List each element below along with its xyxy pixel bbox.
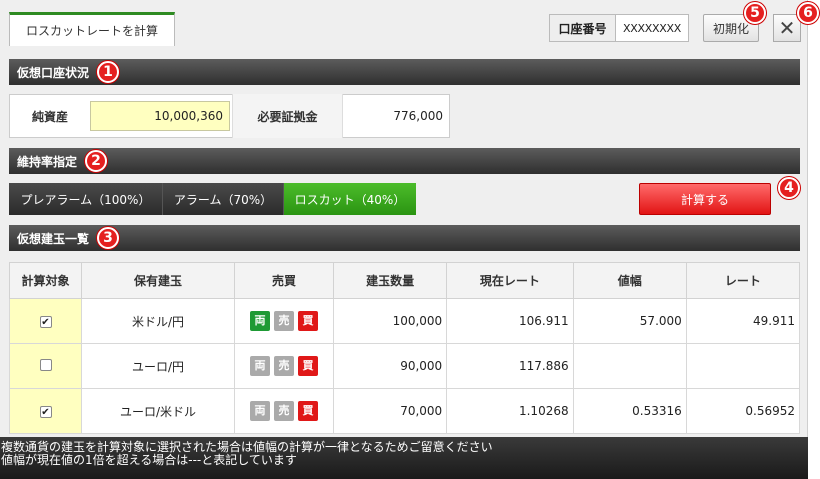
section-title: 仮想口座状況	[17, 65, 90, 80]
column-header: 計算対象	[9, 262, 82, 299]
calc-target-checkbox[interactable]: ✔	[39, 406, 52, 418]
account-number-box: 口座番号 XXXXXXXX	[549, 14, 689, 42]
current-rate: 117.886	[446, 343, 574, 389]
calculate-button[interactable]: 計算する	[639, 183, 771, 215]
buy-button[interactable]: 買	[298, 401, 318, 421]
net-assets-input[interactable]: 10,000,360	[90, 101, 230, 131]
price-range	[572, 343, 687, 389]
calc-target-checkbox[interactable]	[39, 358, 52, 371]
sell-button[interactable]: 売	[274, 356, 294, 376]
account-number-label: 口座番号	[550, 15, 616, 41]
calc-target-checkbox[interactable]: ✔	[39, 316, 52, 328]
option-alarm[interactable]: アラーム（70%）	[163, 183, 284, 215]
section-header-maintenance-rate: 維持率指定 2	[9, 148, 800, 174]
callout-badge-6: 6	[797, 2, 819, 24]
current-rate: 106.911	[446, 298, 574, 344]
currency-pair: ユーロ/米ドル	[81, 388, 235, 434]
section-header-positions: 仮想建玉一覧 3	[9, 225, 800, 251]
position-quantity: 90,000	[332, 343, 448, 389]
position-quantity: 70,000	[332, 388, 448, 434]
both-sides-button[interactable]: 両	[250, 311, 270, 331]
positions-table: 計算対象 保有建玉 売買 建玉数量 現在レート 値幅 レート ✔ 米ドル/円 両…	[9, 262, 801, 434]
callout-badge-2: 2	[85, 150, 108, 172]
tab-loss-cut-rate[interactable]: ロスカットレートを計算	[9, 12, 175, 46]
section-title: 仮想建玉一覧	[17, 231, 90, 246]
loss-cut-calculator-panel: ロスカットレートを計算 口座番号 XXXXXXXX 初期化 ✕ 5 6 仮想口座…	[0, 0, 819, 437]
required-margin-value: 776,000	[342, 94, 449, 138]
currency-pair: ユーロ/円	[81, 343, 235, 389]
option-pre-alarm[interactable]: プレアラーム（100%）	[9, 183, 163, 215]
maintenance-rate-selector: プレアラーム（100%） アラーム（70%） ロスカット（40%）	[9, 183, 416, 215]
buy-button[interactable]: 買	[298, 311, 318, 331]
column-header: 売買	[234, 262, 334, 299]
price-range: 0.53316	[572, 388, 687, 434]
loss-cut-rate: 0.56952	[685, 388, 801, 434]
table-header-row: 計算対象 保有建玉 売買 建玉数量 現在レート 値幅 レート	[9, 262, 801, 299]
sell-button[interactable]: 売	[274, 311, 294, 331]
both-sides-button[interactable]: 両	[250, 401, 270, 421]
currency-pair: 米ドル/円	[81, 298, 235, 344]
position-quantity: 100,000	[332, 298, 448, 344]
account-status-row: 純資産 10,000,360 必要証拠金 776,000	[9, 94, 450, 138]
column-header: レート	[685, 262, 801, 299]
footer-notice: 複数通貨の建玉を計算対象に選択された場合は値幅の計算が一律となるためご留意くださ…	[0, 437, 808, 479]
close-icon[interactable]: ✕	[773, 14, 801, 42]
notice-line: 値幅が現在値の1倍を超える場合は---と表記しています	[1, 453, 297, 467]
required-margin-label: 必要証拠金	[232, 94, 342, 138]
column-header: 建玉数量	[332, 262, 448, 299]
table-row: ✔ 米ドル/円 両売買 100,000 106.911 57.000 49.91…	[9, 298, 801, 344]
account-number-value: XXXXXXXX	[623, 21, 681, 35]
section-header-account-status: 仮想口座状況 1	[9, 59, 800, 85]
section-title: 維持率指定	[17, 154, 78, 169]
callout-badge-1: 1	[97, 61, 120, 83]
buy-button[interactable]: 買	[298, 356, 318, 376]
net-assets-label: 純資産	[31, 109, 68, 124]
column-header: 保有建玉	[81, 262, 235, 299]
current-rate: 1.10268	[446, 388, 574, 434]
callout-badge-3: 3	[97, 227, 120, 249]
loss-cut-rate	[685, 343, 801, 389]
column-header: 現在レート	[446, 262, 574, 299]
both-sides-button[interactable]: 両	[250, 356, 270, 376]
column-header: 値幅	[572, 262, 687, 299]
table-row: ✔ ユーロ/米ドル 両売買 70,000 1.10268 0.53316 0.5…	[9, 388, 801, 434]
table-row: ユーロ/円 両売買 90,000 117.886	[9, 343, 801, 389]
loss-cut-rate: 49.911	[685, 298, 801, 344]
sell-button[interactable]: 売	[274, 401, 294, 421]
callout-badge-4: 4	[778, 177, 800, 199]
option-loss-cut[interactable]: ロスカット（40%）	[284, 183, 416, 215]
price-range: 57.000	[572, 298, 687, 344]
callout-badge-5: 5	[744, 2, 766, 24]
